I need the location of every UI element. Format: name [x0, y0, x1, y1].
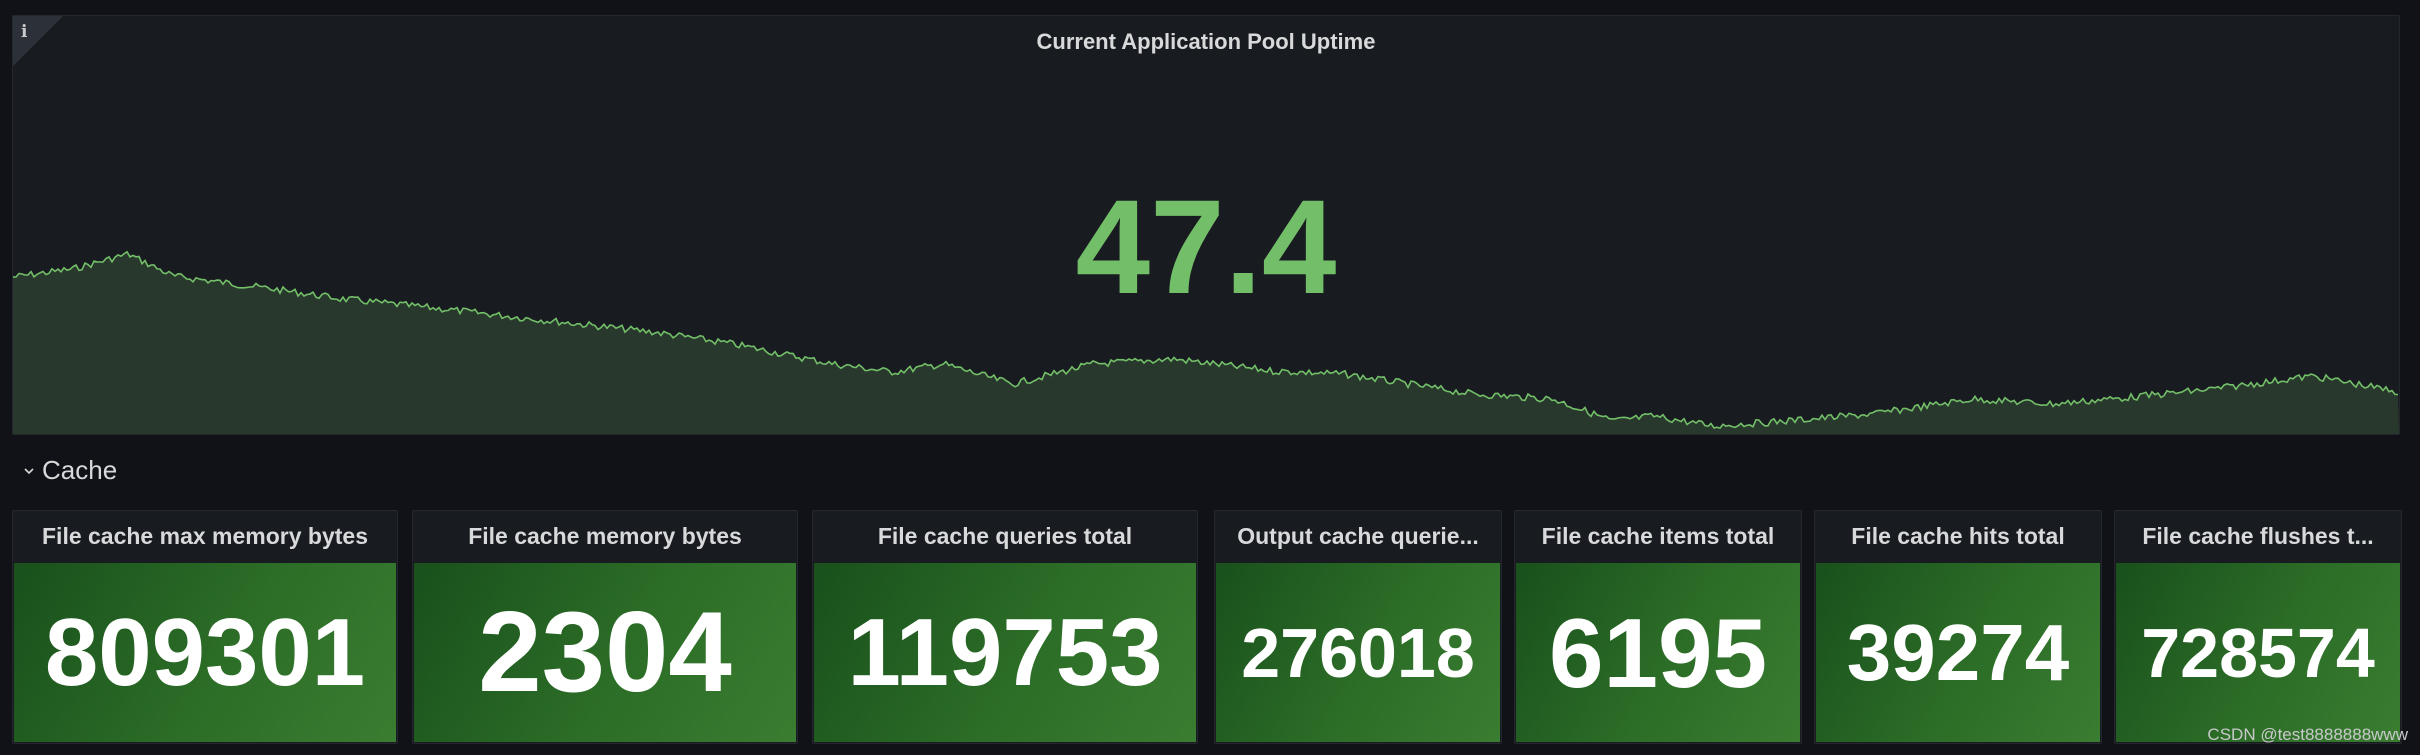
row-header-cache[interactable]: Cache: [24, 455, 117, 486]
stat-value-box: 809301: [14, 563, 396, 742]
chevron-down-icon: [24, 467, 34, 474]
stat-value: 6195: [1548, 597, 1767, 708]
stat-title: File cache queries total: [877, 523, 1133, 549]
stat-value: 2304: [478, 588, 732, 716]
stat-value-box: 119753: [814, 563, 1196, 742]
stat-title: File cache memory bytes: [468, 523, 742, 549]
stat-value-box: 728574: [2116, 563, 2400, 742]
stat-value-box: 39274: [1816, 563, 2100, 742]
watermark: CSDN @test8888888www: [2207, 725, 2408, 744]
stat-value: 39274: [1846, 607, 2070, 697]
stat-value: 119753: [847, 598, 1163, 706]
stat-value-box: 276018: [1216, 563, 1500, 742]
stat-title: File cache flushes t...: [2142, 523, 2374, 549]
stat-title: File cache hits total: [1851, 523, 2065, 549]
stat-title: File cache max memory bytes: [42, 523, 368, 549]
stat-panel-file-cache-hits-total[interactable]: File cache hits total 39274: [1814, 510, 2102, 744]
row-title: Cache: [42, 455, 118, 485]
stat-title: File cache items total: [1541, 523, 1775, 549]
stat-panel-file-cache-queries-total[interactable]: File cache queries total 119753: [812, 510, 1198, 744]
uptime-value: 47.4: [1075, 173, 1337, 322]
stat-value: 276018: [1241, 613, 1475, 692]
panel-title: Current Application Pool Uptime: [1036, 29, 1376, 54]
stat-title: Output cache querie...: [1237, 523, 1479, 549]
stat-value: 728574: [2141, 613, 2375, 692]
stat-panel-file-cache-items-total[interactable]: File cache items total 6195: [1514, 510, 1802, 744]
stat-panel-output-cache-queries[interactable]: Output cache querie... 276018: [1214, 510, 1502, 744]
stat-panel-file-cache-memory-bytes[interactable]: File cache memory bytes 2304: [412, 510, 798, 744]
stat-value-box: 2304: [414, 563, 796, 742]
uptime-panel[interactable]: i Current Application Pool Uptime 47.4: [12, 15, 2400, 435]
stat-panel-file-cache-flushes-total[interactable]: File cache flushes t... 728574: [2114, 510, 2402, 744]
stat-panel-file-cache-max-memory-bytes[interactable]: File cache max memory bytes 809301: [12, 510, 398, 744]
stat-value: 809301: [44, 598, 366, 706]
stat-value-box: 6195: [1516, 563, 1800, 742]
